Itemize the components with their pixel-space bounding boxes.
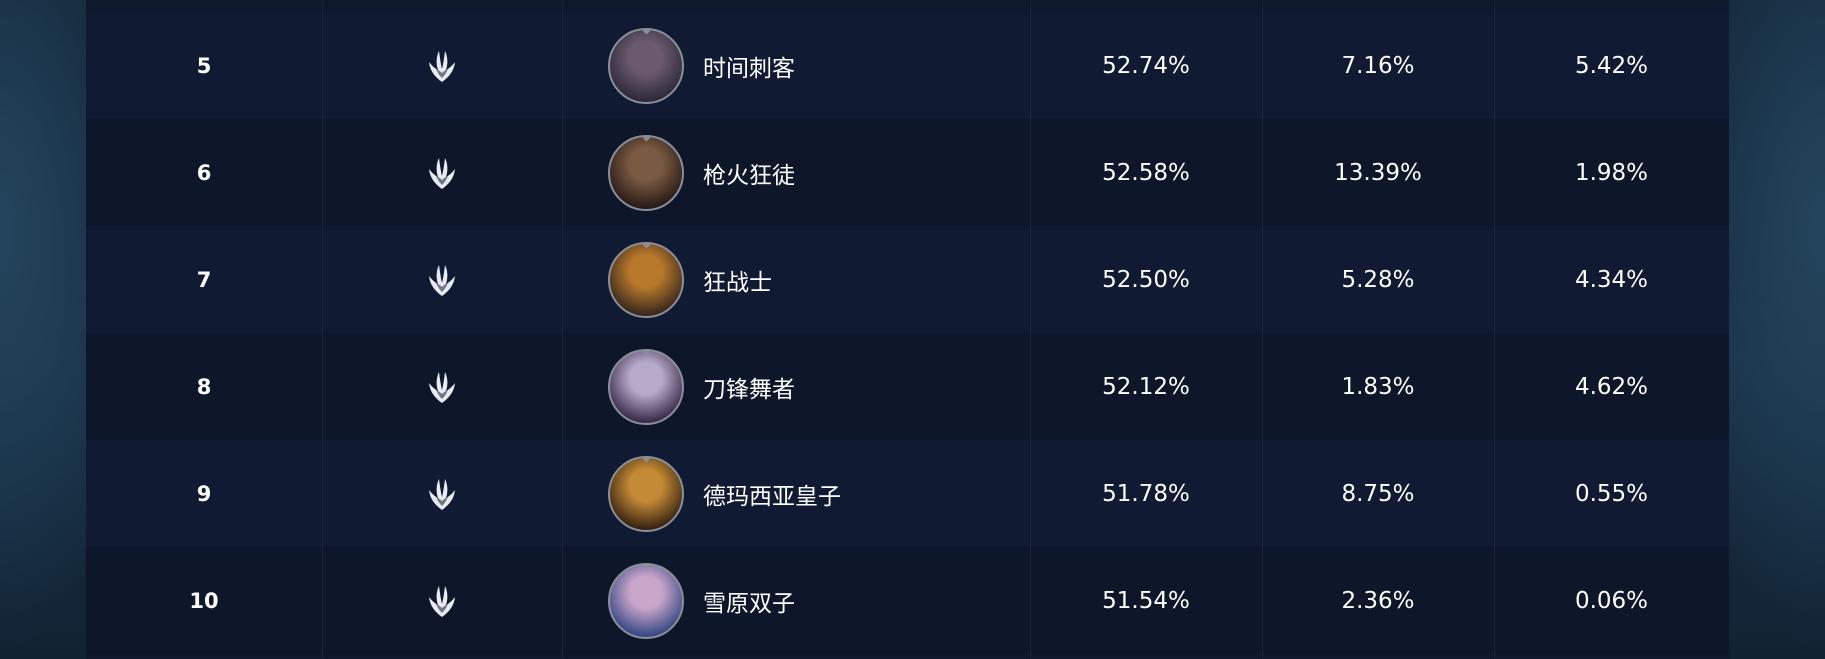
ban-rate-cell: 0.06% — [1574, 587, 1649, 614]
hero-name[interactable]: 枪火狂徒 — [703, 156, 795, 190]
column-divider — [322, 0, 323, 659]
table-row[interactable]: 9 德玛西亚皇子 51.78% 8.75% 0.55% — [86, 440, 1729, 547]
hero-name[interactable]: 德玛西亚皇子 — [703, 477, 841, 511]
table-row[interactable]: 7 狂战士 52.50% 5.28% 4.34% — [86, 226, 1729, 333]
rank-cell: 5 — [196, 53, 212, 78]
column-divider — [1030, 0, 1031, 659]
ban-rate-cell: 4.34% — [1574, 266, 1649, 293]
rank-cell: 7 — [196, 267, 212, 292]
rank-cell: 6 — [196, 160, 212, 185]
win-rate-cell: 52.74% — [1102, 52, 1190, 79]
pick-rate-cell: 7.16% — [1341, 52, 1415, 79]
hero-cell[interactable]: 时间刺客 — [608, 12, 1008, 119]
table-row[interactable]: 5 时间刺客 52.74% 7.16% 5.42% — [86, 12, 1729, 119]
pick-rate-cell: 13.39% — [1334, 159, 1422, 186]
hero-name[interactable]: 雪原双子 — [703, 584, 795, 618]
pick-rate-cell: 2.36% — [1341, 587, 1415, 614]
tier-crest-icon — [322, 226, 562, 333]
hero-cell[interactable]: 狂战士 — [608, 226, 1008, 333]
hero-avatar[interactable] — [608, 27, 684, 104]
tier-crest-icon — [322, 547, 562, 654]
hero-avatar[interactable] — [608, 134, 684, 211]
ban-rate-cell: 4.62% — [1574, 373, 1649, 400]
win-rate-cell: 52.50% — [1102, 266, 1190, 293]
tier-crest-icon — [322, 333, 562, 440]
hero-avatar[interactable] — [608, 241, 684, 318]
table-row[interactable]: 6 枪火狂徒 52.58% 13.39% 1.98% — [86, 119, 1729, 226]
win-rate-cell: 51.54% — [1102, 587, 1190, 614]
hero-cell[interactable]: 德玛西亚皇子 — [608, 440, 1008, 547]
win-rate-cell: 52.58% — [1102, 159, 1190, 186]
win-rate-cell: 51.78% — [1102, 480, 1190, 507]
table-row[interactable]: 8 刀锋舞者 52.12% 1.83% 4.62% — [86, 333, 1729, 440]
column-divider — [1262, 0, 1263, 659]
rank-cell: 8 — [196, 374, 212, 399]
ban-rate-cell: 1.98% — [1574, 159, 1649, 186]
hero-avatar[interactable] — [608, 562, 684, 639]
tier-crest-icon — [322, 12, 562, 119]
tier-crest-icon — [322, 440, 562, 547]
table-row[interactable]: 10 雪原双子 51.54% 2.36% 0.06% — [86, 547, 1729, 654]
hero-ranking-table: 5 时间刺客 52.74% 7.16% 5.42% 6 枪火狂徒 52.58% … — [86, 0, 1729, 659]
pick-rate-cell: 8.75% — [1341, 480, 1415, 507]
column-divider — [1494, 0, 1495, 659]
ban-rate-cell: 5.42% — [1574, 52, 1649, 79]
pick-rate-cell: 1.83% — [1341, 373, 1415, 400]
hero-avatar[interactable] — [608, 455, 684, 532]
rank-cell: 10 — [189, 588, 219, 613]
tier-crest-icon — [322, 119, 562, 226]
hero-name[interactable]: 时间刺客 — [703, 49, 795, 83]
column-divider — [562, 0, 563, 659]
pick-rate-cell: 5.28% — [1341, 266, 1415, 293]
hero-avatar[interactable] — [608, 348, 684, 425]
hero-cell[interactable]: 枪火狂徒 — [608, 119, 1008, 226]
ban-rate-cell: 0.55% — [1574, 480, 1649, 507]
hero-name[interactable]: 狂战士 — [703, 263, 772, 297]
rank-cell: 9 — [196, 481, 212, 506]
win-rate-cell: 52.12% — [1102, 373, 1190, 400]
hero-cell[interactable]: 刀锋舞者 — [608, 333, 1008, 440]
hero-name[interactable]: 刀锋舞者 — [703, 370, 795, 404]
hero-cell[interactable]: 雪原双子 — [608, 547, 1008, 654]
